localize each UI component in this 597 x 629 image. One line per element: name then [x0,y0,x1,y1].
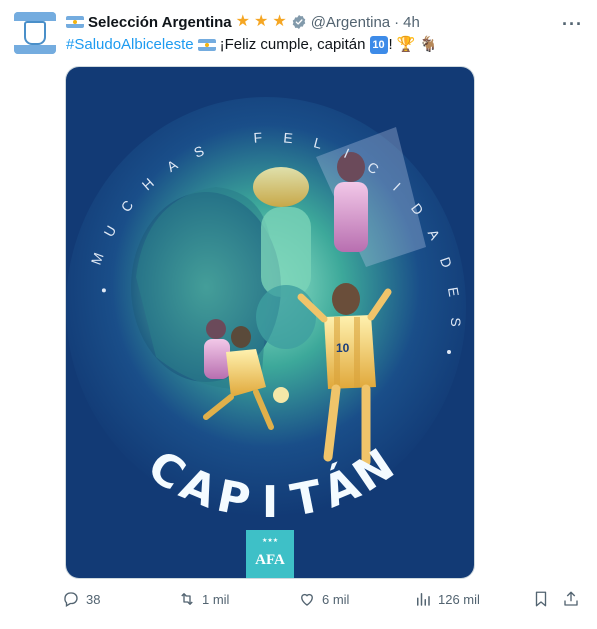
verified-badge-icon [291,14,307,30]
timestamp[interactable]: 4h [403,14,420,31]
star-icon: ★ [235,13,250,30]
arc-letter: S [448,317,464,326]
author-handle[interactable]: @Argentina [311,14,390,31]
hashtag-link[interactable]: #SaludoAlbiceleste [66,35,194,55]
capitan-letter: I [262,477,278,528]
more-options-icon[interactable]: ··· [562,14,583,35]
afa-logo-text: AFA [255,552,285,568]
argentina-flag-icon [66,16,84,28]
reply-icon [64,592,78,607]
views-count: 126 mil [438,591,480,607]
svg-text:★★★: ★★★ [262,537,278,544]
share-button[interactable] [562,590,580,608]
bookmark-button[interactable] [532,590,550,608]
separator: · [394,13,400,31]
argentina-flag-icon [197,39,216,51]
retweet-button[interactable]: 1 mil [178,590,229,608]
afa-crest-icon [14,21,56,45]
star-icon: ★ [272,13,287,30]
retweet-count: 1 mil [202,591,230,607]
retweet-icon [181,593,193,605]
tweet-header: Selección Argentina ★ ★ ★ @Argentina · 4… [66,12,420,32]
arc-letter: E [283,129,294,146]
action-bar: 38 1 mil 6 mil 126 mil [62,590,582,612]
svg-text:10: 10 [336,341,350,355]
reply-count: 38 [86,591,101,607]
bookmark-icon [535,591,547,607]
share-icon [564,591,578,606]
author-name[interactable]: Selección Argentina [88,14,232,31]
heart-icon [301,593,313,606]
arc-dot [447,350,451,354]
tweet-text-end: ! [388,36,393,53]
views-button[interactable]: 126 mil [414,590,480,608]
goat-emoji: 🐐 [419,36,439,53]
arc-dot [101,288,106,293]
star-icon: ★ [254,13,269,30]
views-chart-icon [417,593,430,606]
reply-button[interactable]: 38 [62,590,100,608]
like-button[interactable]: 6 mil [298,590,349,608]
arc-letter: F [253,129,263,146]
avatar[interactable] [14,12,56,54]
tweet-image[interactable]: 10 MUCHASFELICIDADES CAPITÁN ★★★ AFA [65,66,475,579]
like-count: 6 mil [322,591,350,607]
keycap-ten-emoji: 10 [369,36,388,54]
tweet-text: #SaludoAlbiceleste ¡Feliz cumple, capitá… [66,35,438,55]
tweet-text-main: ¡Feliz cumple, capitán [219,36,366,53]
trophy-emoji: 🏆 [396,36,416,53]
